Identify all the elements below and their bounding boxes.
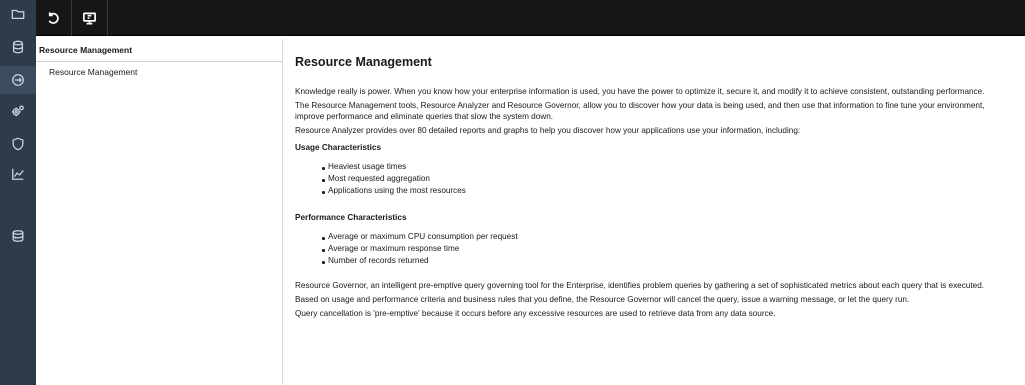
database-icon <box>12 40 24 54</box>
rail-chart-button[interactable] <box>0 160 36 188</box>
analyzer-paragraph: Resource Analyzer provides over 80 detai… <box>295 126 801 136</box>
top-toolbar <box>36 0 1025 36</box>
usage-list: Heaviest usage times Most requested aggr… <box>295 161 1013 197</box>
monitor-icon <box>83 12 96 24</box>
criteria-paragraph: Based on usage and performance criteria … <box>295 294 910 304</box>
folder-icon <box>11 9 25 20</box>
monitor-button[interactable] <box>72 0 108 36</box>
intro-paragraph: Knowledge really is power. When you know… <box>295 87 985 96</box>
list-item: Applications using the most resources <box>322 185 1013 197</box>
page-title: Resource Management <box>295 55 432 69</box>
tools-paragraph: The Resource Management tools, Resource … <box>295 100 985 121</box>
refresh-icon <box>48 11 59 24</box>
list-item: Average or maximum CPU consumption per r… <box>322 231 1013 243</box>
rail-folder-button[interactable] <box>0 0 36 28</box>
governor-paragraph: Resource Governor, an intelligent pre-em… <box>295 280 985 290</box>
chart-icon <box>12 168 24 180</box>
refresh-button[interactable] <box>36 0 72 36</box>
content-pane: Resource Management Knowledge really is … <box>287 39 1025 385</box>
rail-gauge-button[interactable] <box>0 66 36 94</box>
list-item: Most requested aggregation <box>322 173 1013 185</box>
rail-database-button[interactable] <box>0 33 36 61</box>
list-item: Number of records returned <box>322 255 1013 267</box>
shield-icon <box>12 137 24 151</box>
rail-shield-button[interactable] <box>0 130 36 158</box>
usage-heading: Usage Characteristics <box>295 142 382 152</box>
rail-storage-button[interactable] <box>0 222 36 250</box>
list-item: Average or maximum response time <box>322 243 1013 255</box>
gears-icon <box>11 105 24 117</box>
rail-gears-button[interactable] <box>0 97 36 125</box>
performance-list: Average or maximum CPU consumption per r… <box>295 231 1013 267</box>
tree-item-resource-management[interactable]: Resource Management <box>36 62 282 82</box>
list-item: Heaviest usage times <box>322 161 1013 173</box>
storage-icon <box>12 230 24 242</box>
tree-header: Resource Management <box>36 39 282 62</box>
left-rail <box>0 0 36 385</box>
tree-panel: Resource Management Resource Management <box>36 39 283 385</box>
performance-heading: Performance Characteristics <box>295 212 407 222</box>
cancellation-paragraph: Query cancellation is 'pre-emptive' beca… <box>295 309 776 319</box>
gauge-icon <box>12 74 24 86</box>
